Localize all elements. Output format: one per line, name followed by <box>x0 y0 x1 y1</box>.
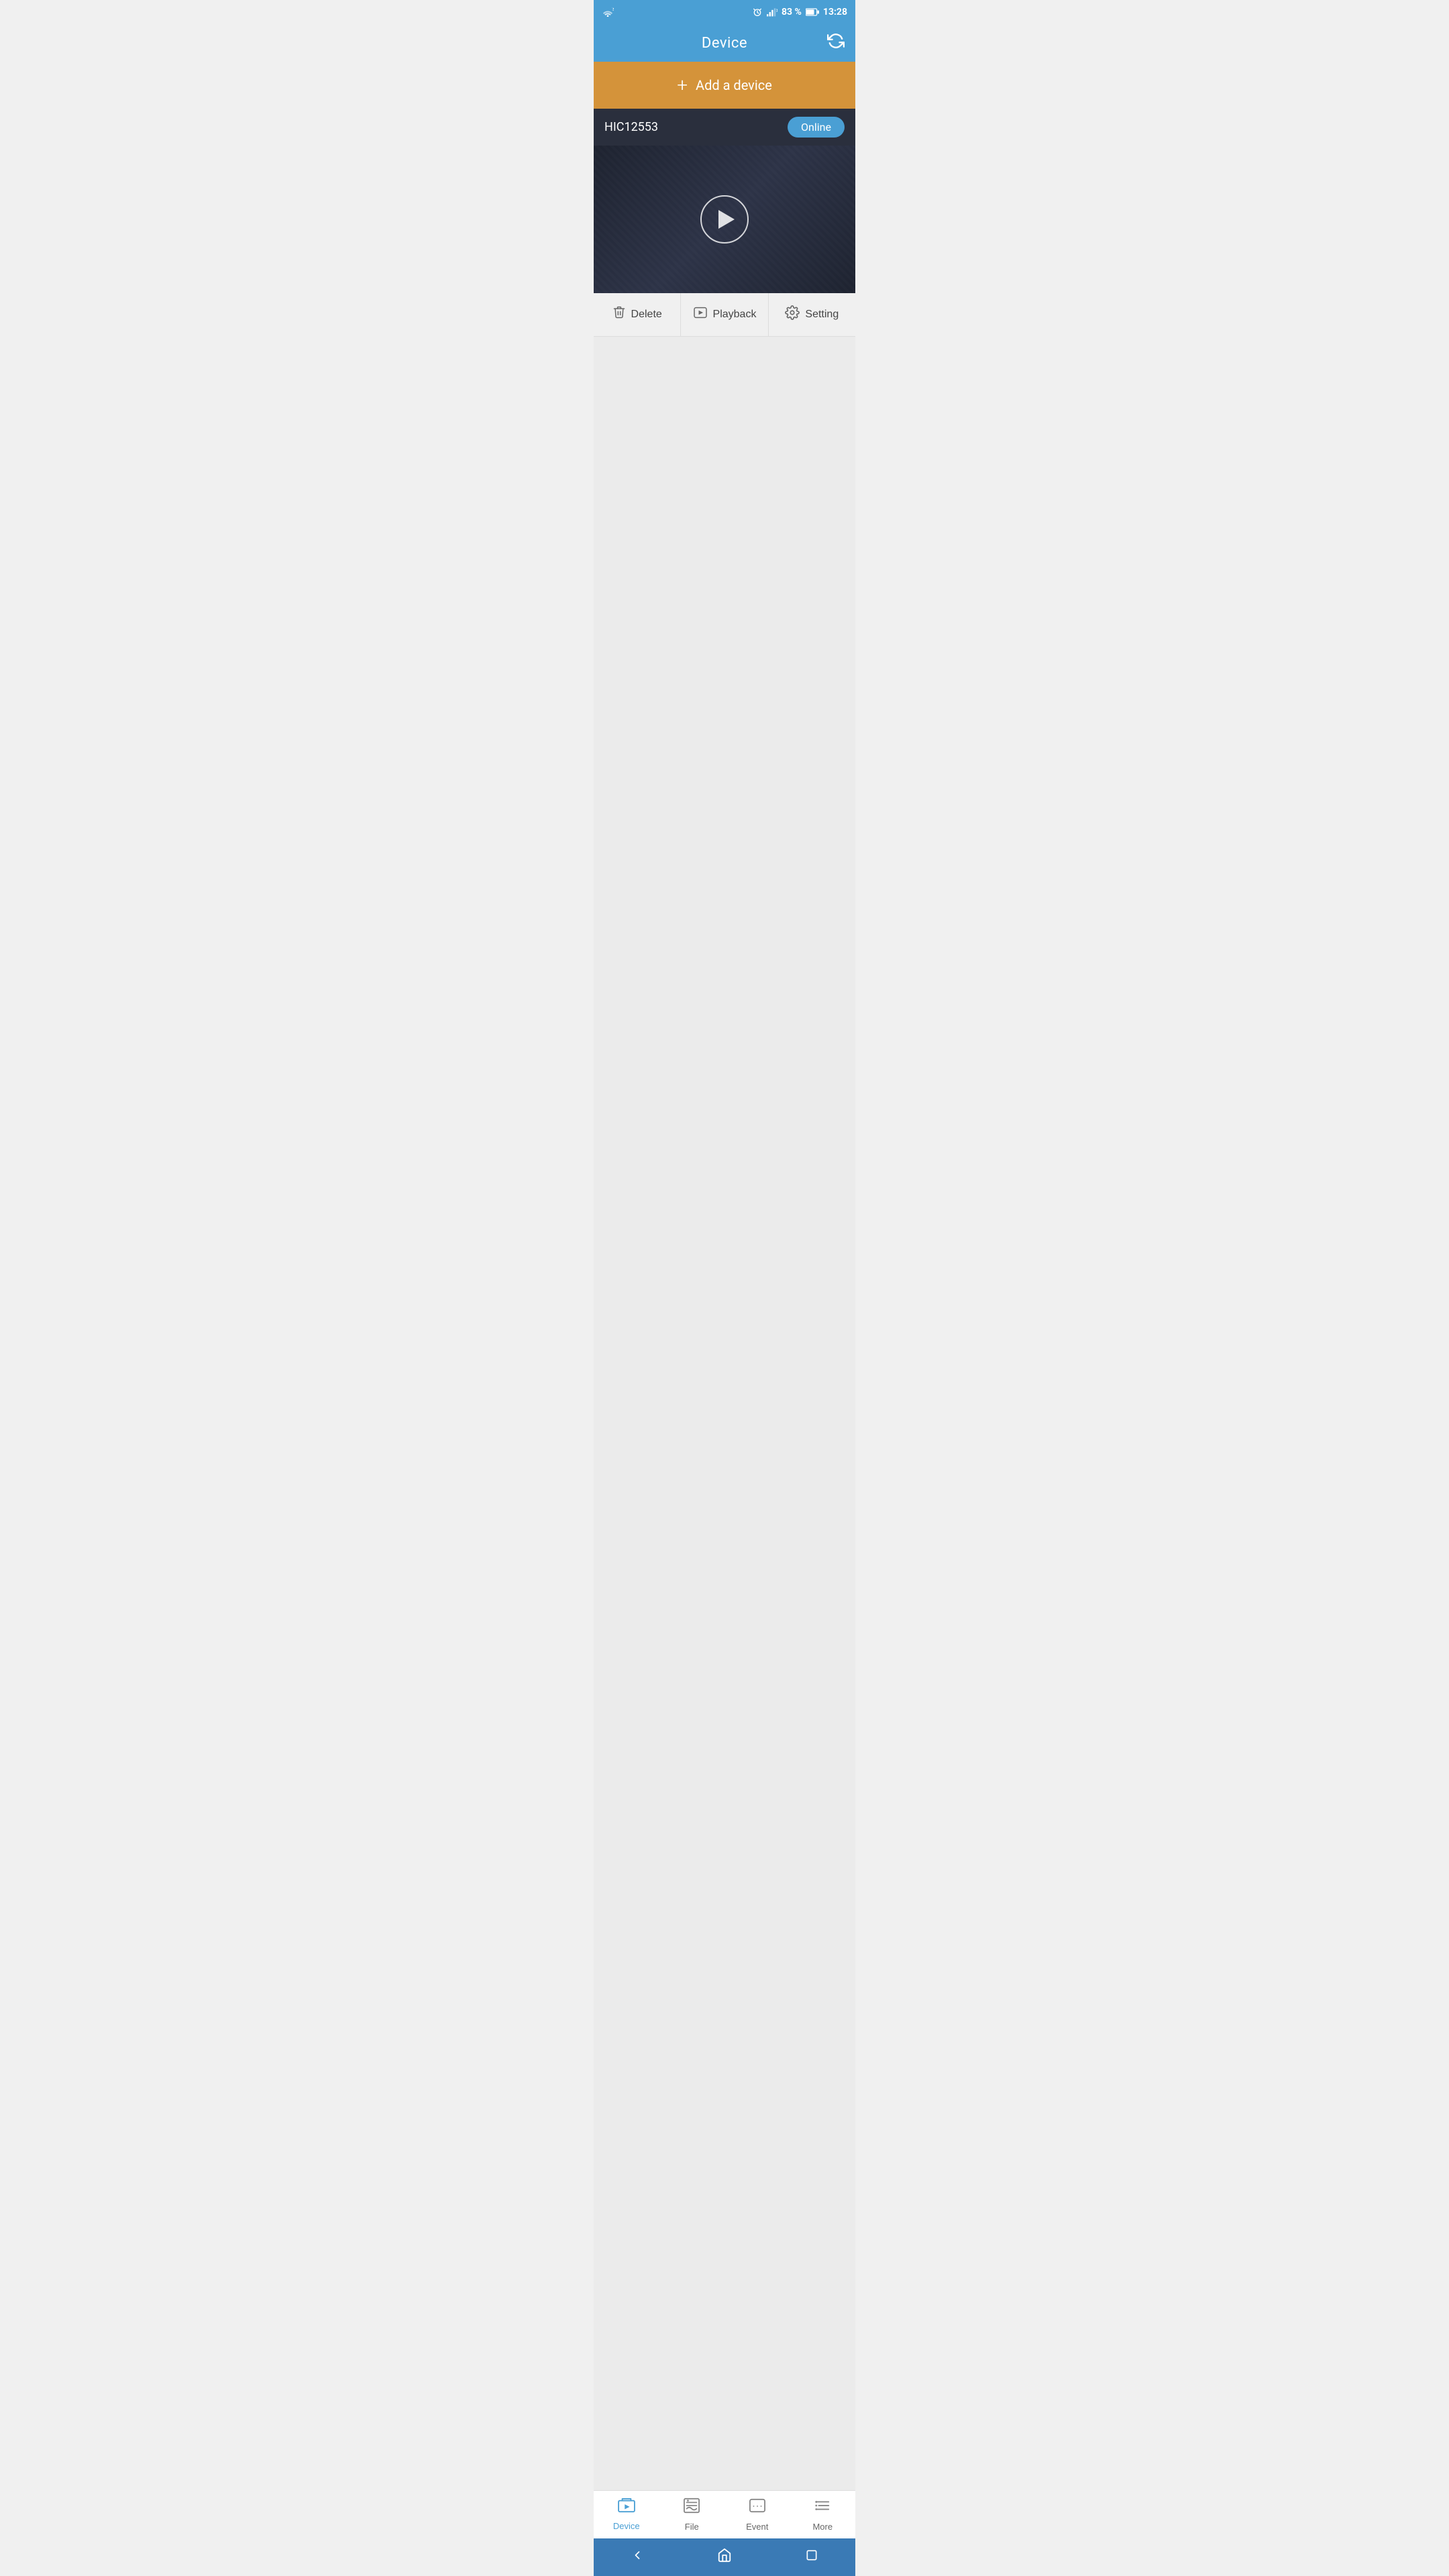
time-display: 13:28 <box>823 7 847 17</box>
device-status-badge: Online <box>788 117 845 138</box>
signal-bars-icon: ✕ <box>767 7 777 17</box>
video-preview[interactable] <box>594 146 855 293</box>
nav-file[interactable]: File <box>659 2491 725 2538</box>
recents-button[interactable] <box>792 2546 832 2569</box>
refresh-icon <box>827 32 845 50</box>
settings-icon <box>785 305 800 324</box>
wifi-icon: ? <box>602 7 614 17</box>
playback-button[interactable]: Playback <box>681 293 768 336</box>
add-device-banner[interactable]: + Add a device <box>594 62 855 109</box>
device-card: HIC12553 Online <box>594 109 855 293</box>
system-nav <box>594 2538 855 2576</box>
play-triangle-icon <box>718 210 735 229</box>
device-card-header: HIC12553 Online <box>594 109 855 146</box>
setting-label: Setting <box>805 309 839 321</box>
nav-device[interactable]: Device <box>594 2491 659 2538</box>
back-icon <box>631 2548 644 2562</box>
home-icon <box>717 2548 732 2563</box>
status-left: ? <box>602 7 614 17</box>
playback-icon <box>693 307 708 323</box>
more-nav-icon <box>814 2498 831 2518</box>
status-right: ✕ 83 % 13:28 <box>752 7 847 17</box>
nav-more[interactable]: More <box>790 2491 856 2538</box>
event-nav-icon <box>749 2498 766 2518</box>
delete-label: Delete <box>631 309 662 321</box>
nav-file-label: File <box>685 2522 699 2532</box>
refresh-button[interactable] <box>827 32 845 54</box>
nav-event[interactable]: Event <box>724 2491 790 2538</box>
nav-more-label: More <box>812 2522 833 2532</box>
file-nav-icon <box>683 2498 700 2518</box>
content-area <box>594 337 855 2490</box>
setting-button[interactable]: Setting <box>769 293 855 336</box>
svg-text:✕: ✕ <box>776 7 777 13</box>
play-button[interactable] <box>700 195 749 244</box>
trash-icon <box>612 305 626 324</box>
nav-event-label: Event <box>746 2522 768 2532</box>
device-nav-icon <box>617 2498 636 2518</box>
header-title: Device <box>702 35 747 52</box>
device-name: HIC12553 <box>604 120 658 134</box>
add-device-label: Add a device <box>696 77 772 93</box>
device-actions: Delete Playback Setting <box>594 293 855 337</box>
bottom-nav: Device File Event <box>594 2490 855 2538</box>
app-header: Device <box>594 24 855 62</box>
delete-button[interactable]: Delete <box>594 293 681 336</box>
battery-text: 83 % <box>782 7 802 17</box>
recents-icon <box>805 2548 818 2562</box>
plus-icon: + <box>677 76 688 95</box>
back-button[interactable] <box>617 2546 657 2569</box>
playback-label: Playback <box>713 309 757 321</box>
home-button[interactable] <box>704 2545 745 2569</box>
nav-device-label: Device <box>613 2521 640 2531</box>
svg-text:?: ? <box>612 7 614 13</box>
alarm-icon <box>752 7 763 17</box>
status-bar: ? ✕ 83 % 13:28 <box>594 0 855 24</box>
battery-icon <box>806 8 819 16</box>
